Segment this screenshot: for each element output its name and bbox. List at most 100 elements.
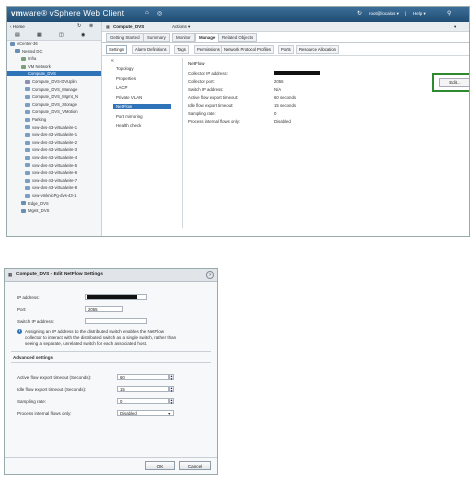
- separator: [11, 362, 211, 363]
- footer-divider: [5, 457, 217, 458]
- tree-item-label: Compute_DVS_VMotion: [32, 109, 78, 115]
- tree-item[interactable]: vxw-dvs-43-virtualwire-6: [7, 170, 101, 175]
- tree-item[interactable]: vxw-dvs-43-virtualwire-3: [7, 147, 101, 152]
- tab-item[interactable]: Related Objects: [218, 33, 258, 42]
- user-menu[interactable]: root@localos ▾: [369, 11, 399, 17]
- tree-item[interactable]: vxw-dvs-43-virtualwire-1: [7, 125, 101, 130]
- collapse-icon[interactable]: «: [111, 58, 114, 64]
- tree-item[interactable]: Nested DC: [7, 49, 101, 54]
- tree-item[interactable]: Compute_DVS_VMotion: [7, 109, 101, 114]
- cancel-button[interactable]: Cancel: [179, 461, 211, 470]
- port-input[interactable]: 2055: [85, 306, 123, 312]
- tree-item-label: VM Network: [28, 63, 51, 69]
- home-nav-button[interactable]: ‹ Home: [10, 24, 25, 29]
- switch-ip-input[interactable]: [85, 318, 147, 324]
- subtab-item[interactable]: Permissions: [194, 45, 223, 54]
- property-value: 15 seconds: [274, 103, 296, 108]
- tree-item-label: vxw-dvs-43-virtualwire-5: [32, 162, 78, 168]
- more-icon[interactable]: ▾: [454, 24, 456, 30]
- settings-nav-item[interactable]: Properties: [116, 76, 136, 81]
- network-icon: [21, 201, 26, 206]
- tree-item-label: vxw-dvs-43-virtualwire-7: [32, 177, 78, 183]
- home-icon[interactable]: ⌂: [145, 10, 149, 16]
- actions-menu[interactable]: Actions ▾: [172, 24, 190, 30]
- tab-item[interactable]: Summary: [143, 33, 170, 42]
- tree-item[interactable]: vxw-dvs-43-virtualwire-8: [7, 185, 101, 190]
- subtab-item[interactable]: Network Protocol Profiles: [221, 45, 275, 54]
- subtab-item[interactable]: Tags: [174, 45, 189, 54]
- tree-item[interactable]: vxw-dvs-43-virtualwire-7: [7, 178, 101, 183]
- help-menu[interactable]: Help ▾: [413, 11, 426, 17]
- tree-item-label: vxw-dvs-43-virtualwire-6: [32, 170, 78, 176]
- sampling-rate-label: Sampling rate:: [17, 399, 47, 404]
- search-icon[interactable]: ⚲: [447, 10, 451, 17]
- tree-item[interactable]: vxw-dvs-43-virtualwire-4: [7, 155, 101, 160]
- tree-item[interactable]: VM Network: [7, 64, 101, 69]
- pin-icon[interactable]: ◎: [157, 10, 162, 17]
- settings-nav-item[interactable]: Private VLAN: [116, 95, 142, 100]
- ok-button[interactable]: OK: [145, 461, 175, 470]
- subtab-item[interactable]: Settings: [106, 45, 128, 54]
- active-timeout-label: Active flow export timeout (Seconds):: [17, 375, 92, 380]
- network-icon: [25, 95, 30, 100]
- property-label: Collector port:: [188, 79, 215, 84]
- tree-item[interactable]: vxw-dvs-43-virtualwire-5: [7, 163, 101, 168]
- tab-item[interactable]: Manage: [195, 33, 220, 42]
- settings-nav-item[interactable]: NetFlow: [113, 104, 171, 109]
- settings-nav-item[interactable]: Port mirroring: [116, 114, 143, 119]
- settings-nav-item[interactable]: Health check: [116, 123, 141, 128]
- property-label: Sampling rate:: [188, 111, 216, 116]
- pin-icon[interactable]: ⊗: [89, 23, 93, 29]
- tree-item[interactable]: Compute_DVS_Manage: [7, 87, 101, 92]
- history-icon[interactable]: ↻: [77, 23, 81, 29]
- netflow-properties: Collector IP address: Collector port: 2055…: [188, 71, 428, 141]
- tree-item[interactable]: Mgmt_DVS: [7, 208, 101, 213]
- object-pane: ▦ Compute_DVS Actions ▾ ▾ Getting Starte…: [102, 22, 469, 236]
- storage-icon[interactable]: ◫: [59, 32, 64, 38]
- dvs-icon: ▦: [106, 24, 110, 29]
- settings-nav-item[interactable]: Topology: [116, 66, 134, 71]
- internal-flows-select[interactable]: Disabled ▼: [117, 410, 174, 416]
- tree-item[interactable]: Compute_DVS-DVUplin: [7, 79, 101, 84]
- edit-button[interactable]: Edit...: [439, 78, 469, 87]
- tabs-divider: [102, 42, 469, 43]
- tree-item[interactable]: vxw-dvs-43-virtualwire-2: [7, 140, 101, 145]
- active-timeout-input[interactable]: 60: [117, 374, 169, 380]
- tree-item[interactable]: vxw-vmknicPg-dvs-43-1: [7, 193, 101, 198]
- hosts-clusters-icon[interactable]: ▤: [15, 32, 20, 38]
- networking-icon[interactable]: ◉: [81, 32, 85, 38]
- advanced-settings-label: Advanced settings: [13, 355, 54, 360]
- network-icon: [25, 125, 30, 130]
- network-icon: [25, 117, 30, 122]
- refresh-icon[interactable]: ↻: [357, 10, 362, 17]
- help-icon[interactable]: ?: [206, 271, 214, 279]
- tree-item-label: vxw-vmknicPg-dvs-43-1: [32, 193, 77, 198]
- tree-item[interactable]: Edge_DVS: [7, 201, 101, 206]
- tab-item[interactable]: Monitor: [172, 33, 195, 42]
- tree-item[interactable]: vCenter-36: [7, 41, 101, 46]
- settings-nav-item[interactable]: LACP: [116, 85, 127, 90]
- tree-item[interactable]: vxw-dvs-43-virtualwire-1: [7, 132, 101, 137]
- subtab-item[interactable]: Ports: [278, 45, 294, 54]
- tree-item[interactable]: Infra: [7, 56, 101, 61]
- network-icon: [21, 57, 26, 62]
- idle-timeout-stepper[interactable]: ▲ ▼: [169, 386, 174, 393]
- idle-timeout-input[interactable]: 15: [117, 386, 169, 392]
- navigator-view-tabs: ▤ ▦ ◫ ◉: [7, 31, 101, 41]
- tree-item[interactable]: Compute_DVS: [7, 71, 101, 77]
- sampling-rate-input[interactable]: 0: [117, 398, 169, 404]
- property-value: 2055: [274, 79, 284, 84]
- subtab-item[interactable]: Resource Allocation: [296, 45, 340, 54]
- brand-vm: vm: [11, 9, 23, 18]
- tree-item-label: vxw-dvs-43-virtualwire-1: [32, 124, 78, 130]
- active-timeout-stepper[interactable]: ▲ ▼: [169, 374, 174, 381]
- tab-item[interactable]: Getting Started: [106, 33, 144, 42]
- tree-item-label: Nested DC: [22, 48, 43, 54]
- tree-item[interactable]: Compute_DVS_Storage: [7, 102, 101, 107]
- network-icon: [21, 64, 26, 69]
- tree-item[interactable]: Parking: [7, 117, 101, 122]
- tree-item[interactable]: Compute_DVS_Mgmt_N: [7, 94, 101, 99]
- subtab-item[interactable]: Alarm Definitions: [132, 45, 170, 54]
- sampling-rate-stepper[interactable]: ▲ ▼: [169, 398, 174, 405]
- vms-templates-icon[interactable]: ▦: [37, 32, 42, 38]
